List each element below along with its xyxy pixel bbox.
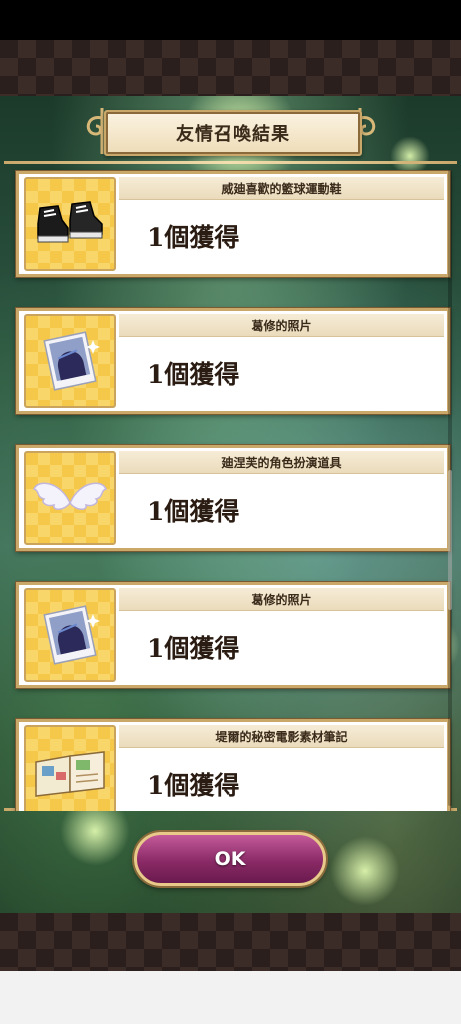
angel-wings-icon <box>24 451 116 545</box>
list-item: 葛修的照片 1個獲得 <box>16 308 450 414</box>
firefly <box>330 836 400 906</box>
list-item: 威廸喜歡的籃球運動鞋 1個獲得 <box>16 171 450 277</box>
status-bar <box>0 0 461 40</box>
system-nav-area <box>0 971 461 1024</box>
list-item: 廸涅芙的角色扮演道具 1個獲得 <box>16 445 450 551</box>
scrollbar-thumb[interactable] <box>448 470 452 610</box>
result-list[interactable]: 威廸喜歡的籃球運動鞋 1個獲得 葛修的照片 1個獲得 廸涅芙的角色扮演道具 1個… <box>4 163 457 811</box>
scrollbar[interactable] <box>448 170 452 806</box>
item-name: 葛修的照片 <box>119 314 444 337</box>
argyle-border-top <box>0 40 461 96</box>
list-item: 堤爾的秘密電影素材筆記 1個獲得 <box>16 719 450 811</box>
item-count: 1個獲得 <box>147 497 240 526</box>
item-count: 1個獲得 <box>147 634 240 663</box>
photo-icon <box>24 314 116 408</box>
item-name: 威廸喜歡的籃球運動鞋 <box>119 177 444 200</box>
page-title: 友情召喚結果 <box>104 110 362 156</box>
item-count: 1個獲得 <box>147 223 240 252</box>
ok-button[interactable]: OK <box>134 832 326 886</box>
item-name: 葛修的照片 <box>119 588 444 611</box>
photo-icon <box>24 588 116 682</box>
item-name: 堤爾的秘密電影素材筆記 <box>119 725 444 748</box>
argyle-border-bottom <box>0 913 461 971</box>
item-name: 廸涅芙的角色扮演道具 <box>119 451 444 474</box>
sneakers-icon <box>24 177 116 271</box>
list-item: 葛修的照片 1個獲得 <box>16 582 450 688</box>
item-count: 1個獲得 <box>147 771 240 800</box>
item-count: 1個獲得 <box>147 360 240 389</box>
notebook-icon <box>24 725 116 811</box>
